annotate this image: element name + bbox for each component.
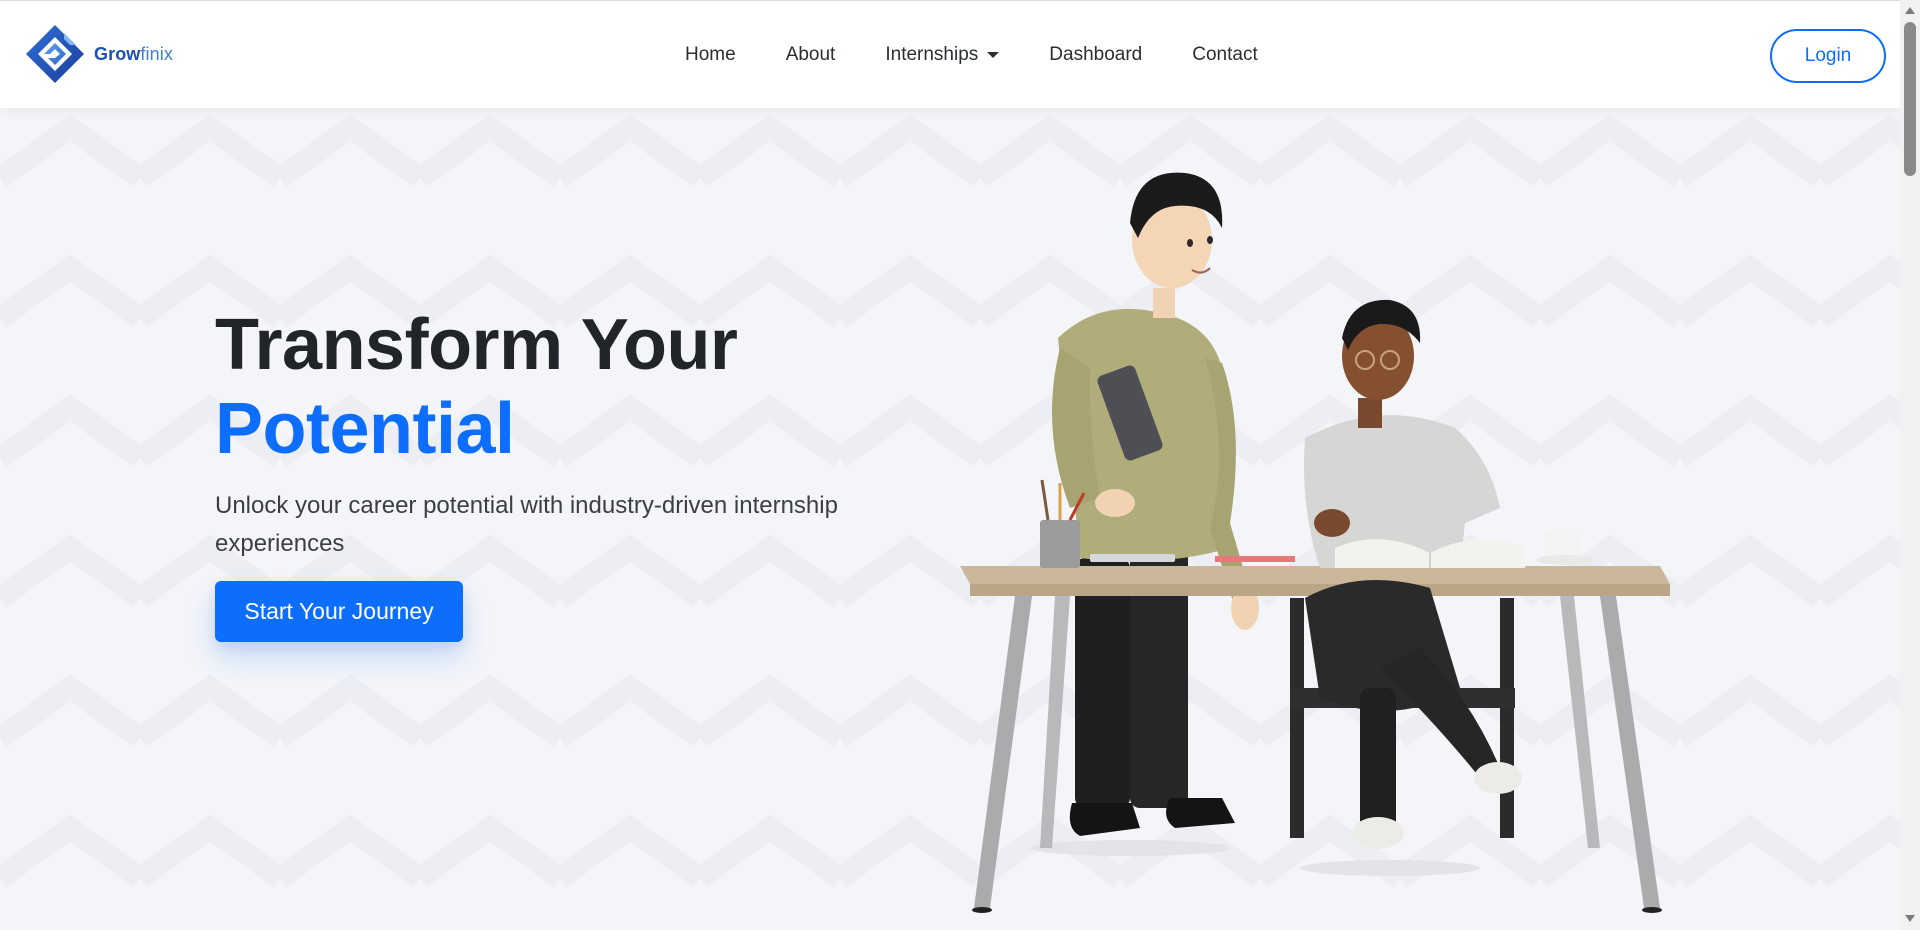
nav-links: Home About Internships Dashboard Contact [660,1,1283,109]
start-journey-button[interactable]: Start Your Journey [215,581,463,642]
nav-home[interactable]: Home [660,44,761,66]
hero-title-highlight: Potential [215,389,515,469]
nav-about[interactable]: About [761,44,861,66]
nav-internships-label: Internships [885,44,979,65]
nav-internships-dropdown[interactable]: Internships [860,44,1024,66]
login-button[interactable]: Login [1770,29,1886,83]
nav-contact[interactable]: Contact [1167,44,1282,66]
page-scrollbar[interactable] [1900,0,1920,930]
hero-illustration [960,172,1670,913]
caret-down-icon [987,52,1000,58]
hero-title-line1: Transform Your [215,305,738,385]
navbar: Growfinix Home About Internships Dashboa… [0,0,1900,108]
brand-name: Growfinix [94,43,173,64]
hero-section: Transform Your Potential Unlock your car… [0,108,1900,930]
scroll-down-icon[interactable] [1905,915,1915,922]
growfinix-logo-icon [26,25,84,83]
nav-dashboard[interactable]: Dashboard [1024,44,1167,66]
hero-subtitle: Unlock your career potential with indust… [215,492,838,557]
scroll-up-icon[interactable] [1905,7,1915,14]
hero-title: Transform Your Potential [215,303,915,471]
brand-logo-link[interactable]: Growfinix [24,23,173,85]
scroll-thumb[interactable] [1904,22,1916,176]
hero-text-block: Transform Your Potential Unlock your car… [215,303,915,642]
